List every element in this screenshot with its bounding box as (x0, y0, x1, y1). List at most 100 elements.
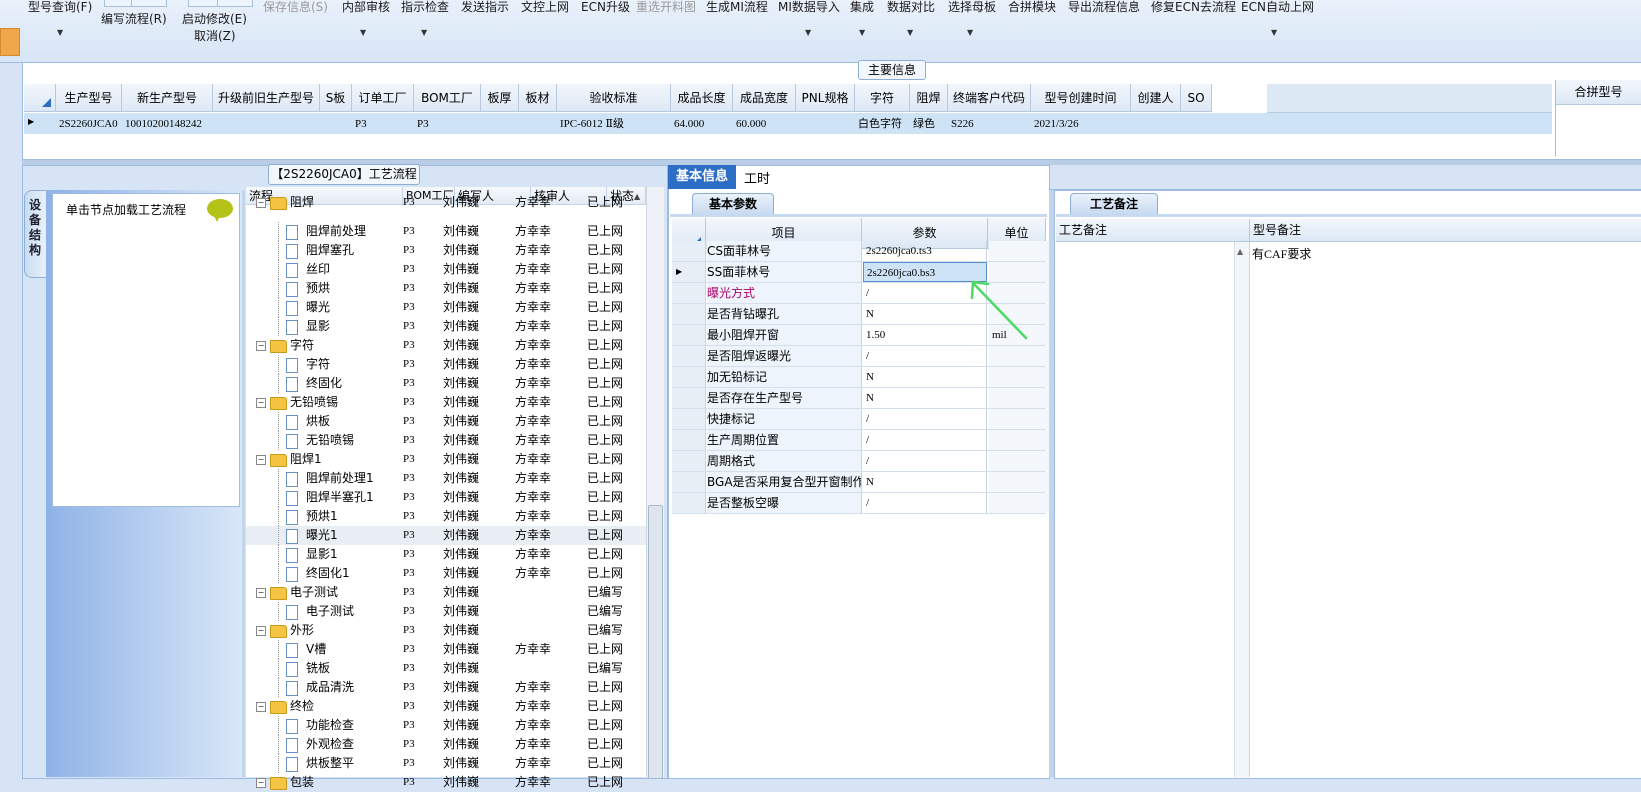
tree-cell-bom[interactable]: P3 (403, 355, 415, 374)
collapse-toggle-icon[interactable]: − (256, 588, 266, 598)
cell-solder[interactable]: 绿色 (911, 114, 935, 134)
chevron-down-icon[interactable]: ▼ (421, 28, 427, 37)
toolbar-send-instruction[interactable]: 发送指示 (461, 0, 509, 15)
collapse-toggle-icon[interactable]: − (256, 778, 266, 788)
cell-new-model[interactable]: 10010200148242 (123, 114, 202, 134)
tree-cell-bom[interactable]: P3 (403, 469, 415, 488)
tree-cell-status[interactable]: 已上网 (587, 317, 622, 336)
chevron-down-icon[interactable]: ▼ (907, 28, 913, 37)
toolbar-select-motherboard[interactable]: 选择母板 (948, 0, 996, 15)
tree-cell-writer[interactable]: 刘伟巍 (443, 545, 479, 564)
row-indicator[interactable]: ▶ (672, 262, 706, 282)
cell-acceptance[interactable]: IPC-6012 Ⅱ级 (558, 114, 624, 134)
tree-cell-reviewer[interactable]: 方幸幸 (515, 545, 551, 564)
toolbar-reselect-cutting[interactable]: 重选开料图 (636, 0, 696, 15)
tab-basic-params[interactable]: 基本参数 (692, 193, 774, 216)
tree-cell-bom[interactable]: P3 (403, 545, 415, 564)
chevron-down-icon[interactable]: ▼ (360, 28, 366, 37)
param-unit-cell[interactable] (989, 241, 1049, 261)
node-panel[interactable] (52, 193, 240, 507)
tree-node-label[interactable]: 阻焊半塞孔1 (306, 488, 374, 507)
tree-cell-bom[interactable]: P3 (403, 193, 415, 212)
param-unit-cell[interactable] (989, 493, 1049, 513)
param-unit-cell[interactable] (989, 430, 1049, 450)
cell-bom-factory[interactable]: P3 (415, 114, 429, 134)
tree-step-row[interactable]: 功能检查 P3 刘伟巍 方幸幸 已上网 (246, 716, 646, 735)
tree-cell-writer[interactable]: 刘伟巍 (443, 621, 479, 640)
remark-scrollbar[interactable] (1234, 242, 1249, 777)
tree-cell-status[interactable]: 已上网 (587, 298, 622, 317)
tree-cell-status[interactable]: 已编写 (587, 659, 622, 678)
cell-customer-code[interactable]: S226 (949, 114, 974, 134)
col-header-width[interactable]: 成品宽度 (733, 84, 796, 112)
tree-node-label[interactable]: 阻焊前处理1 (306, 469, 374, 488)
tree-cell-writer[interactable]: 刘伟巍 (443, 526, 479, 545)
toolbar-save-info[interactable]: 保存信息(S) (263, 0, 328, 15)
tree-node-label[interactable]: 预烘1 (306, 507, 338, 526)
row-indicator[interactable] (672, 346, 706, 366)
col-header-char[interactable]: 字符 (855, 84, 910, 112)
param-row[interactable]: 是否存在生产型号 N (672, 388, 1049, 409)
tree-cell-status[interactable]: 已编写 (587, 583, 622, 602)
tree-cell-writer[interactable]: 刘伟巍 (443, 735, 479, 754)
param-row[interactable]: BGA是否采用复合型开窗制作 N (672, 472, 1049, 493)
param-unit-cell[interactable] (989, 388, 1049, 408)
tree-cell-bom[interactable]: P3 (403, 526, 415, 545)
tree-cell-bom[interactable]: P3 (403, 279, 415, 298)
param-row[interactable]: 加无铅标记 N (672, 367, 1049, 388)
collapse-toggle-icon[interactable]: − (256, 455, 266, 465)
tree-cell-reviewer[interactable]: 方幸幸 (515, 355, 551, 374)
tree-step-row[interactable]: 无铅喷锡 P3 刘伟巍 方幸幸 已上网 (246, 431, 646, 450)
tree-cell-writer[interactable]: 刘伟巍 (443, 298, 479, 317)
tree-step-row[interactable]: 电子测试 P3 刘伟巍 已编写 (246, 602, 646, 621)
toolbar-doc-publish[interactable]: 文控上网 (521, 0, 569, 15)
tree-step-row[interactable]: 阻焊塞孔 P3 刘伟巍 方幸幸 已上网 (246, 241, 646, 260)
param-row[interactable]: 快捷标记 / (672, 409, 1049, 430)
tree-cell-bom[interactable]: P3 (403, 260, 415, 279)
tree-step-row[interactable]: 曝光1 P3 刘伟巍 方幸幸 已上网 (246, 526, 646, 545)
tree-step-row[interactable]: 曝光 P3 刘伟巍 方幸幸 已上网 (246, 298, 646, 317)
tree-node-label[interactable]: V槽 (306, 640, 326, 659)
col-header-material[interactable]: 板材 (519, 84, 557, 112)
tree-node-label[interactable]: 无铅喷锡 (306, 431, 354, 450)
tree-cell-reviewer[interactable]: 方幸幸 (515, 450, 551, 469)
tree-cell-bom[interactable]: P3 (403, 659, 415, 678)
param-unit-cell[interactable] (989, 409, 1049, 429)
tree-cell-writer[interactable]: 刘伟巍 (443, 393, 479, 412)
tab-work-hours[interactable]: 工时 (744, 168, 770, 187)
tree-cell-status[interactable]: 已上网 (587, 507, 622, 526)
model-remark-text[interactable]: 有CAF要求 (1252, 245, 1311, 262)
tree-cell-status[interactable]: 已编写 (587, 602, 622, 621)
col-header-customer-code[interactable]: 终端客户代码 (948, 84, 1031, 112)
tree-cell-bom[interactable]: P3 (403, 450, 415, 469)
toolbar-data-compare[interactable]: 数据对比 (887, 0, 935, 15)
tree-cell-bom[interactable]: P3 (403, 298, 415, 317)
tree-cell-status[interactable]: 已上网 (587, 450, 622, 469)
tree-cell-reviewer[interactable]: 方幸幸 (515, 260, 551, 279)
chevron-down-icon[interactable]: ▼ (859, 28, 865, 37)
tree-cell-reviewer[interactable]: 方幸幸 (515, 193, 551, 212)
tree-cell-writer[interactable]: 刘伟巍 (443, 450, 479, 469)
tree-cell-reviewer[interactable]: 方幸幸 (515, 279, 551, 298)
col-header-model[interactable]: 生产型号 (56, 84, 122, 112)
tree-node-label[interactable]: 电子测试 (290, 583, 338, 602)
tree-step-row[interactable]: 阻焊半塞孔1 P3 刘伟巍 方幸幸 已上网 (246, 488, 646, 507)
tree-cell-bom[interactable]: P3 (403, 241, 415, 260)
col-header-thickness[interactable]: 板厚 (481, 84, 519, 112)
merge-model-header[interactable]: 合拼型号 (1556, 80, 1641, 105)
param-row[interactable]: CS面菲林号 2s2260jca0.ts3 (672, 241, 1049, 262)
cell-create-time[interactable]: 2021/3/26 (1032, 114, 1079, 134)
tree-cell-bom[interactable]: P3 (403, 222, 415, 241)
param-unit-cell[interactable] (989, 346, 1049, 366)
col-header-creator[interactable]: 创建人 (1131, 84, 1181, 112)
tree-cell-writer[interactable]: 刘伟巍 (443, 336, 479, 355)
tree-cell-bom[interactable]: P3 (403, 583, 415, 602)
tree-cell-status[interactable]: 已上网 (587, 716, 622, 735)
tree-cell-status[interactable]: 已上网 (587, 336, 622, 355)
grid-corner[interactable] (24, 84, 56, 112)
cell-order-factory[interactable]: P3 (353, 114, 367, 134)
tree-node-label[interactable]: 外形 (290, 621, 314, 640)
tree-group-row[interactable]: − 字符 P3 刘伟巍 方幸幸 已上网 (246, 336, 646, 355)
tree-cell-writer[interactable]: 刘伟巍 (443, 754, 479, 773)
tree-group-row[interactable]: − 终检 P3 刘伟巍 方幸幸 已上网 (246, 697, 646, 716)
